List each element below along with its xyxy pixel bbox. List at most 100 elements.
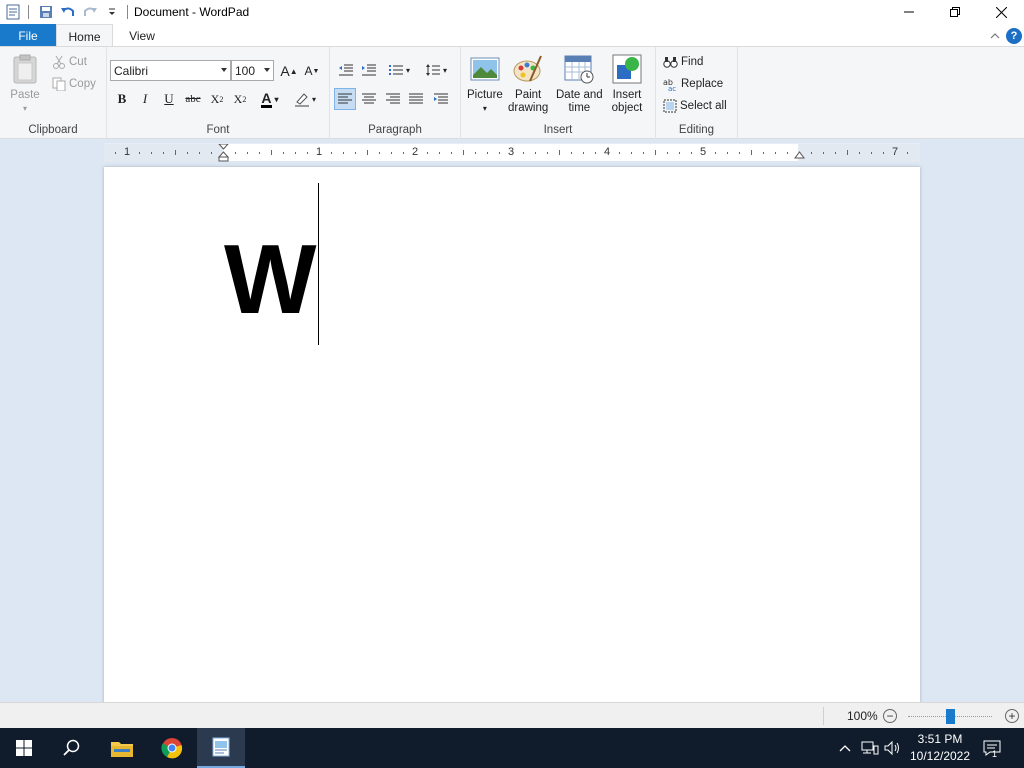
- ruler-tick: [715, 152, 716, 154]
- ruler-tick: [307, 152, 308, 154]
- customize-qat-icon[interactable]: [101, 1, 123, 23]
- find-binoculars-icon: [663, 57, 678, 68]
- grow-font-icon[interactable]: A ▲: [278, 60, 300, 82]
- close-button[interactable]: [978, 0, 1024, 24]
- replace-icon: abac: [663, 78, 676, 91]
- document-text[interactable]: W: [224, 229, 317, 329]
- file-explorer-button[interactable]: [98, 728, 146, 768]
- font-size-value: 100: [235, 63, 256, 78]
- right-indent-marker[interactable]: [794, 149, 805, 159]
- justify-button[interactable]: [405, 88, 427, 110]
- redo-icon: [79, 1, 101, 23]
- strikethrough-button[interactable]: abc: [182, 88, 204, 110]
- ruler-tick: [343, 152, 344, 154]
- save-icon[interactable]: [35, 1, 57, 23]
- chrome-button[interactable]: [148, 728, 196, 768]
- show-hidden-icons-button[interactable]: [838, 728, 852, 768]
- ruler-tick: [331, 152, 332, 154]
- volume-button[interactable]: [884, 728, 902, 768]
- first-line-indent-marker[interactable]: [218, 144, 229, 162]
- ruler-tick: [823, 152, 824, 154]
- ruler-tick: [283, 152, 284, 154]
- undo-icon[interactable]: [57, 1, 79, 23]
- decrease-indent-icon[interactable]: [335, 59, 357, 81]
- line-spacing-button[interactable]: ▾: [422, 59, 450, 81]
- chrome-icon: [161, 738, 183, 759]
- zoom-in-button[interactable]: +: [1005, 709, 1019, 723]
- tab-view[interactable]: View: [116, 24, 168, 47]
- tab-file[interactable]: File: [0, 24, 56, 47]
- help-icon[interactable]: ?: [1006, 27, 1022, 44]
- replace-button[interactable]: ab ac Replace: [663, 77, 723, 91]
- date-and-time-button[interactable]: Date and time: [556, 53, 603, 115]
- paragraph-settings-button[interactable]: [430, 88, 452, 110]
- italic-button[interactable]: I: [134, 88, 156, 110]
- wordpad-taskbar-button[interactable]: [197, 728, 245, 768]
- align-left-icon: [338, 93, 352, 104]
- picture-button[interactable]: Picture ▾: [467, 53, 503, 115]
- align-right-button[interactable]: [382, 88, 404, 110]
- search-button[interactable]: [48, 728, 96, 768]
- justify-icon: [409, 93, 423, 104]
- insert-object-button[interactable]: Insert object: [611, 53, 643, 115]
- highlight-color-button[interactable]: ▾: [290, 88, 320, 110]
- action-center-button[interactable]: 1: [982, 728, 1002, 768]
- copy-label: Copy: [69, 78, 96, 90]
- ruler-tick: [655, 150, 656, 155]
- tab-home[interactable]: Home: [56, 24, 113, 48]
- ruler-tick: [463, 150, 464, 155]
- insert-group: Picture ▾ Paint drawing Date and time In…: [461, 47, 656, 139]
- chevron-down-icon: [221, 68, 227, 72]
- ruler-tick: [259, 152, 260, 154]
- find-button[interactable]: Find: [663, 55, 703, 69]
- clipboard-group-label: Clipboard: [28, 124, 78, 136]
- align-center-button[interactable]: [358, 88, 380, 110]
- paste-button[interactable]: Paste ▾: [9, 53, 41, 115]
- ruler-tick: [643, 152, 644, 154]
- minimize-button[interactable]: [886, 0, 932, 24]
- horizontal-ruler[interactable]: 1 1 2 3 4 5 7: [104, 143, 920, 162]
- shrink-font-icon[interactable]: A ▼: [301, 60, 323, 82]
- ruler-tick: [163, 152, 164, 154]
- chevron-up-icon: [839, 745, 851, 752]
- font-size-combo[interactable]: 100: [231, 60, 274, 81]
- select-all-button[interactable]: Select all: [663, 99, 727, 113]
- qat-separator: [127, 5, 128, 19]
- wordpad-app-icon[interactable]: [2, 1, 24, 23]
- underline-button[interactable]: U: [158, 88, 180, 110]
- minimize-ribbon-icon[interactable]: [990, 29, 1000, 43]
- font-family-combo[interactable]: Calibri: [110, 60, 231, 81]
- ruler-tick: [535, 152, 536, 154]
- ruler-tick: [367, 150, 368, 155]
- window-controls: [886, 0, 1024, 24]
- ruler-tick: [691, 152, 692, 154]
- taskbar-clock[interactable]: 3:51 PM 10/12/2022: [904, 731, 976, 765]
- editing-group-label: Editing: [678, 124, 715, 136]
- calendar-clock-icon: [564, 55, 594, 84]
- restore-button[interactable]: [932, 0, 978, 24]
- start-button[interactable]: [0, 728, 48, 768]
- align-left-button[interactable]: [334, 88, 356, 110]
- network-button[interactable]: [861, 728, 879, 768]
- paint-drawing-button[interactable]: Paint drawing: [508, 53, 548, 115]
- bold-button[interactable]: B: [111, 88, 133, 110]
- ruler-tick: [811, 152, 812, 154]
- increase-indent-icon[interactable]: [358, 59, 380, 81]
- zoom-out-button[interactable]: −: [883, 709, 897, 723]
- bullet-list-button[interactable]: ▾: [384, 59, 414, 81]
- ruler-tick: [499, 152, 500, 154]
- superscript-button[interactable]: X2: [229, 88, 251, 110]
- insert-object-label-line2: object: [611, 102, 643, 114]
- document-page[interactable]: W: [104, 167, 920, 702]
- text-color-button[interactable]: A ▾: [255, 88, 285, 110]
- ruler-tick: [763, 152, 764, 154]
- subscript-button[interactable]: X2: [206, 88, 228, 110]
- ruler-number: 5: [699, 146, 707, 158]
- ruler-tick: [847, 150, 848, 155]
- notification-count: 1: [992, 749, 998, 759]
- ribbon: Paste ▾ Cut Copy Clipboard Calibri 100 A…: [0, 46, 1024, 139]
- ruler-tick: [835, 152, 836, 154]
- document-workspace[interactable]: 1 1 2 3 4 5 7 W: [0, 139, 1024, 702]
- zoom-slider-thumb[interactable]: [946, 709, 955, 724]
- ruler-number: 7: [891, 146, 899, 158]
